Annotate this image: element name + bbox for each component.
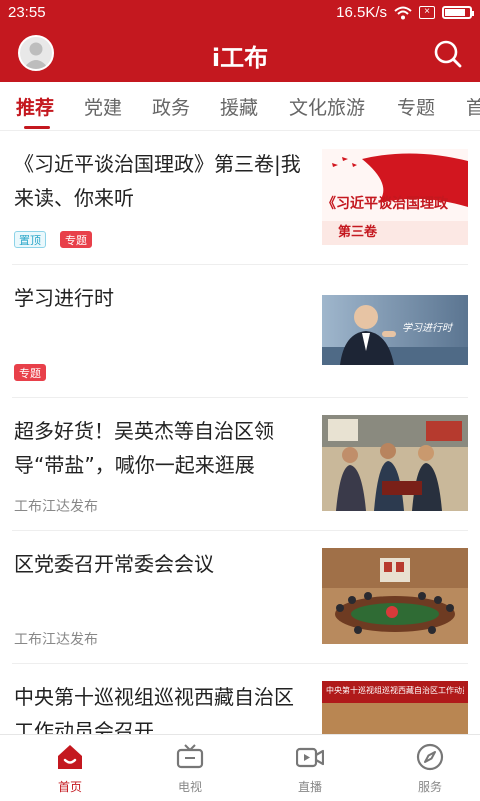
tv-icon xyxy=(176,744,204,769)
net-speed: 16.5K/s xyxy=(336,4,387,21)
nav-services[interactable]: 服务 xyxy=(370,735,480,801)
thumb-title: 学习进行时 xyxy=(402,323,452,334)
tab-aid-tibet[interactable]: 援藏 xyxy=(220,93,258,120)
battery-icon xyxy=(442,6,474,19)
live-camera-icon xyxy=(296,747,324,768)
app-title: i工布 xyxy=(211,44,269,72)
photo xyxy=(322,548,468,644)
home-icon xyxy=(58,745,82,769)
battery-level xyxy=(445,9,465,16)
list-item[interactable]: 《习近平谈治国理政》第三卷|我来读、你来听 置顶 专题 《习近平谈治国理政 第三… xyxy=(0,131,480,265)
photo xyxy=(322,415,468,511)
thumb-title: 中央第十巡视组巡视西藏自治区工作动员会议 xyxy=(326,686,464,695)
nav-live-label: 直播 xyxy=(297,780,322,794)
special-badge: 专题 xyxy=(14,364,46,381)
list-item[interactable]: 学习进行时 专题 学习进行时 xyxy=(0,265,480,398)
category-tabs: 推荐 党建 政务 援藏 文化旅游 专题 首 xyxy=(0,82,480,131)
headline: 中央第十巡视组巡视西藏自治区工作动员会召开 xyxy=(14,685,294,734)
nav-services-label: 服务 xyxy=(417,780,442,794)
source-label: 工布江达发布 xyxy=(14,499,98,515)
list-item[interactable]: 区党委召开常委会会议 工布江达发布 xyxy=(0,531,480,664)
tab-party[interactable]: 党建 xyxy=(84,93,122,120)
list-item[interactable]: 中央第十巡视组巡视西藏自治区工作动员会召开 中央第十巡视组巡视西藏自治区工作动员… xyxy=(0,664,480,734)
nav-tv-label: 电视 xyxy=(177,780,202,794)
tab-government[interactable]: 政务 xyxy=(152,93,190,120)
thumbnail xyxy=(322,548,468,644)
thumb-title: 《习近平谈治国理政 xyxy=(322,196,448,212)
tab-special[interactable]: 专题 xyxy=(397,93,435,120)
thumbnail: 《习近平谈治国理政 第三卷 xyxy=(322,149,468,245)
active-tab-indicator xyxy=(24,126,50,129)
special-badge: 专题 xyxy=(60,231,92,248)
tab-recommend[interactable]: 推荐 xyxy=(16,93,54,120)
no-sim-icon: × xyxy=(419,6,435,19)
nav-home-label: 首页 xyxy=(57,780,82,794)
thumb-subtitle: 第三卷 xyxy=(338,225,378,240)
pinned-badge: 置顶 xyxy=(14,231,46,248)
thumbnail: 中央第十巡视组巡视西藏自治区工作动员会议 xyxy=(322,681,468,734)
tab-culture-tourism[interactable]: 文化旅游 xyxy=(289,93,365,120)
nav-home[interactable]: 首页 xyxy=(10,735,130,801)
compass-icon xyxy=(416,743,444,771)
headline: 学习进行时 xyxy=(14,286,114,310)
headline: 区党委召开常委会会议 xyxy=(14,552,214,576)
status-bar: 23:55 16.5K/s × xyxy=(0,0,480,26)
source-label: 工布江达发布 xyxy=(14,632,98,648)
wifi-icon xyxy=(394,6,412,19)
headline: 《习近平谈治国理政》第三卷|我来读、你来听 xyxy=(14,152,301,210)
headline: 超多好货！吴英杰等自治区领导“带盐”，喊你一起来逛展 xyxy=(14,419,274,477)
nav-live[interactable]: 直播 xyxy=(250,735,370,801)
thumbnail: 学习进行时 xyxy=(322,295,468,365)
search-icon[interactable] xyxy=(432,38,464,70)
app-header: i工布 xyxy=(0,26,480,82)
status-time: 23:55 xyxy=(8,4,46,21)
bottom-navigation: 首页 电视 直播 服务 xyxy=(0,734,480,801)
list-item[interactable]: 超多好货！吴英杰等自治区领导“带盐”，喊你一起来逛展 工布江达发布 xyxy=(0,398,480,531)
tab-more[interactable]: 首 xyxy=(466,93,480,120)
nav-tv[interactable]: 电视 xyxy=(130,735,250,801)
news-feed: 《习近平谈治国理政》第三卷|我来读、你来听 置顶 专题 《习近平谈治国理政 第三… xyxy=(0,131,480,734)
thumbnail xyxy=(322,415,468,511)
